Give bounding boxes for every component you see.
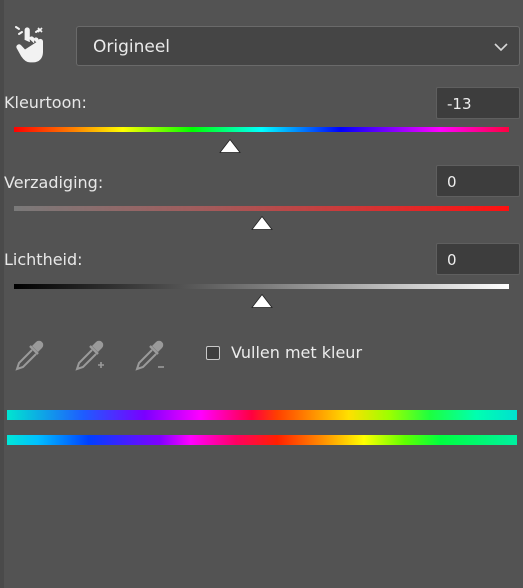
hue-field[interactable]: -13 (436, 87, 520, 119)
lightness-slider-track[interactable] (14, 284, 509, 289)
colorize-checkbox[interactable] (206, 346, 220, 360)
lightness-label: Lichtheid: (4, 250, 83, 269)
preset-dropdown[interactable]: Origineel (76, 26, 520, 66)
eyedropper-icon[interactable] (12, 338, 46, 372)
lightness-value: 0 (447, 251, 457, 269)
lightness-slider-thumb[interactable] (251, 294, 273, 308)
output-color-bar (7, 435, 517, 445)
input-color-bar (7, 410, 517, 420)
hue-label: Kleurtoon: (4, 93, 87, 112)
saturation-slider-track[interactable] (14, 206, 509, 211)
hue-slider-track[interactable] (14, 127, 509, 132)
hue-saturation-panel: Origineel Kleurtoon: -13 Verzadiging: 0 … (0, 0, 523, 588)
colorize-label[interactable]: Vullen met kleur (231, 343, 362, 362)
eyedropper-minus-icon[interactable] (132, 338, 166, 372)
eyedropper-plus-icon[interactable] (72, 338, 106, 372)
saturation-field[interactable]: 0 (436, 165, 520, 197)
saturation-label: Verzadiging: (4, 173, 104, 192)
lightness-field[interactable]: 0 (436, 243, 520, 275)
saturation-slider-thumb[interactable] (251, 216, 273, 230)
chevron-down-icon (494, 43, 508, 52)
panel-edge (0, 0, 4, 588)
hue-slider-thumb[interactable] (219, 139, 241, 153)
preset-value: Origineel (93, 37, 171, 57)
hand-pointer-icon[interactable] (14, 26, 48, 64)
hue-value: -13 (447, 95, 472, 113)
saturation-value: 0 (447, 173, 457, 191)
